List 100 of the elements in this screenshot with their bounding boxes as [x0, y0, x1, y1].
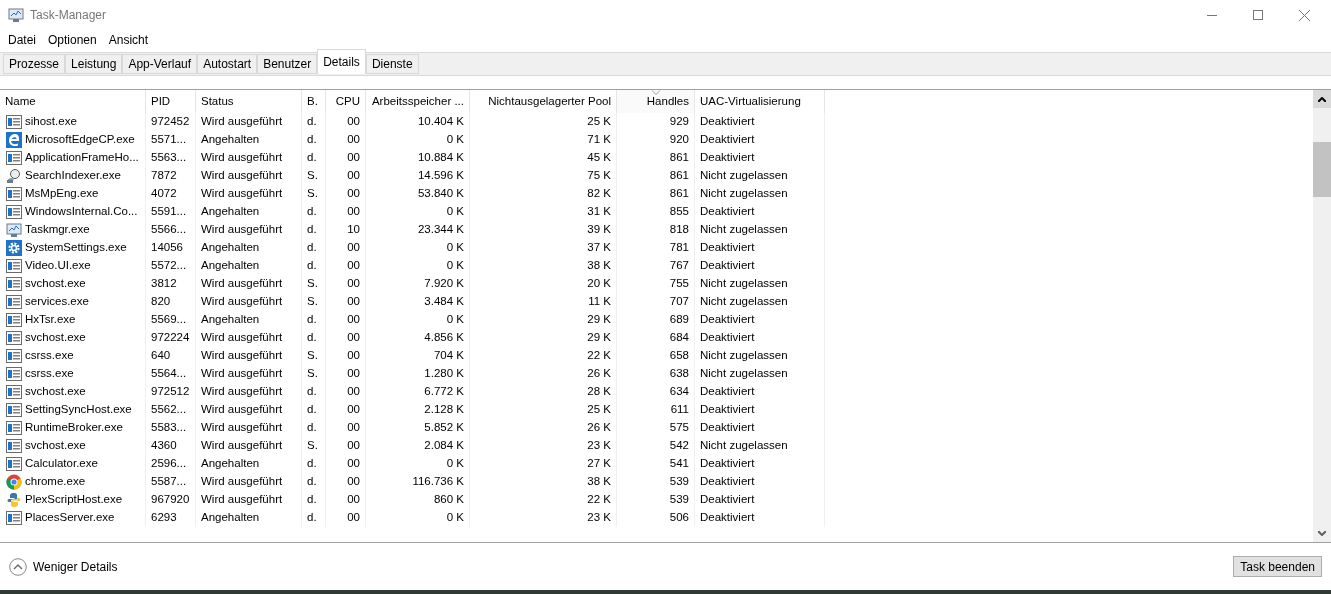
table-cell-text: 26 K [587, 366, 611, 382]
table-cell-text: d. [307, 420, 317, 436]
table-cell-text: 23 K [587, 510, 611, 526]
tab[interactable]: App-Verlauf [122, 54, 198, 74]
table-cell-text: 00 [347, 420, 360, 436]
table-cell-text: Wird ausgeführt [201, 276, 283, 292]
table-cell-text: d. [307, 204, 317, 220]
scrollbar-thumb[interactable] [1313, 142, 1331, 197]
table-cell-text: 53.840 K [417, 186, 464, 202]
tab[interactable]: Leistung [65, 54, 123, 74]
table-cell-text: svchost.exe [25, 438, 86, 454]
table-cell-text: Wird ausgeführt [201, 150, 283, 166]
table-cell-text: 26 K [587, 420, 611, 436]
table-cell-text: SettingSyncHost.exe [25, 402, 132, 418]
window-icon [6, 385, 22, 399]
table-cell-text: 20 K [587, 276, 611, 292]
scrollbar[interactable] [1313, 90, 1331, 542]
table-cell-text: 0 K [446, 456, 464, 472]
table-cell-text: 767 [669, 258, 689, 274]
table-cell-text: d. [307, 114, 317, 130]
table-cell-text: 689 [669, 312, 689, 328]
table-cell-text: 0 K [446, 510, 464, 526]
table-cell-text: 5.852 K [424, 420, 464, 436]
table-cell-text: Nicht zugelassen [700, 366, 788, 382]
table-cell-text: 14056 [151, 240, 183, 256]
table-cell-text: 2.128 K [424, 402, 464, 418]
table-cell-text: 755 [669, 276, 689, 292]
tab[interactable]: Dienste [365, 54, 419, 74]
table-cell-text: chrome.exe [25, 474, 86, 490]
window-icon [6, 259, 22, 273]
menu-item[interactable]: Optionen [43, 30, 102, 49]
table-cell-text: 707 [669, 294, 689, 310]
table-cell-text: MicrosoftEdgeCP.exe [25, 132, 135, 148]
tab[interactable]: Prozesse [3, 54, 66, 74]
table-cell-text: Wird ausgeführt [201, 366, 283, 382]
table-cell-text: 22 K [587, 348, 611, 364]
table-cell-text: Taskmgr.exe [25, 222, 90, 238]
table-cell-text: 5566... [151, 222, 187, 238]
table-cell-text: 5572... [151, 258, 187, 274]
table-cell-text: 14.596 K [417, 168, 464, 184]
end-task-button[interactable]: Task beenden [1233, 556, 1322, 577]
table-cell-text: 00 [347, 312, 360, 328]
column-header[interactable]: Handles [617, 90, 695, 113]
table-cell-text: 00 [347, 186, 360, 202]
table-cell-text: 658 [669, 348, 689, 364]
tab[interactable]: Benutzer [257, 54, 318, 74]
table-cell-text: 2.084 K [424, 438, 464, 454]
chart-monitor-icon [6, 222, 22, 238]
table-cell-text: 3812 [151, 276, 177, 292]
menu-item[interactable]: Ansicht [103, 30, 154, 49]
window-icon [6, 295, 22, 309]
table-cell-text: Deaktiviert [700, 402, 755, 418]
table-cell-text: 00 [347, 258, 360, 274]
table-cell-text: S. [307, 276, 318, 292]
table-cell-text: 10.884 K [417, 150, 464, 166]
window-icon [6, 403, 22, 417]
table-cell-text: d. [307, 456, 317, 472]
table-cell-text: d. [307, 312, 317, 328]
table-cell-text: 00 [347, 330, 360, 346]
table-cell-text: Wird ausgeführt [201, 402, 283, 418]
table-cell-text: 00 [347, 456, 360, 472]
table-cell-text: 00 [347, 276, 360, 292]
table-cell-text: 00 [347, 150, 360, 166]
table-cell-text: 00 [347, 402, 360, 418]
menu-item[interactable]: Datei [3, 30, 41, 49]
table-cell-text: S. [307, 168, 318, 184]
table-cell-text: Deaktiviert [700, 240, 755, 256]
table-cell-text: 22 K [587, 492, 611, 508]
table-cell-text: Angehalten [201, 258, 260, 274]
tab[interactable]: Autostart [197, 54, 258, 74]
table-cell-text: 75 K [587, 168, 611, 184]
window-icon [6, 367, 22, 381]
table-cell-text: 684 [669, 330, 689, 346]
table-cell-text: Wird ausgeführt [201, 438, 283, 454]
table-cell-text: 575 [669, 420, 689, 436]
fewer-details-toggle[interactable]: Weniger Details [9, 557, 118, 576]
table-cell-text: 855 [669, 204, 689, 220]
table-cell-text: 638 [669, 366, 689, 382]
table-cell-text: 00 [347, 204, 360, 220]
table-cell-text: 3.484 K [424, 294, 464, 310]
scroll-down-icon [1318, 530, 1326, 536]
window-icon [6, 151, 22, 165]
table-cell-text: S. [307, 294, 318, 310]
table-cell-text: Deaktiviert [700, 204, 755, 220]
window-icon [6, 439, 22, 453]
table-cell-text: 7872 [151, 168, 177, 184]
table-cell-text: 00 [347, 384, 360, 400]
table-cell-text: S. [307, 186, 318, 202]
window-icon [6, 421, 22, 435]
maximize-icon [1253, 10, 1263, 20]
table-cell-text: 704 K [433, 348, 464, 364]
table-cell-text: 00 [347, 240, 360, 256]
table-cell-text: 972452 [151, 114, 190, 130]
table-cell-text: Wird ausgeführt [201, 384, 283, 400]
person-search-icon [6, 168, 22, 184]
table-cell-text: Angehalten [201, 312, 260, 328]
table-cell-text: 5591... [151, 204, 187, 220]
tab[interactable]: Details [317, 49, 366, 74]
table-cell-text: 634 [669, 384, 689, 400]
table-cell-text: 4072 [151, 186, 177, 202]
